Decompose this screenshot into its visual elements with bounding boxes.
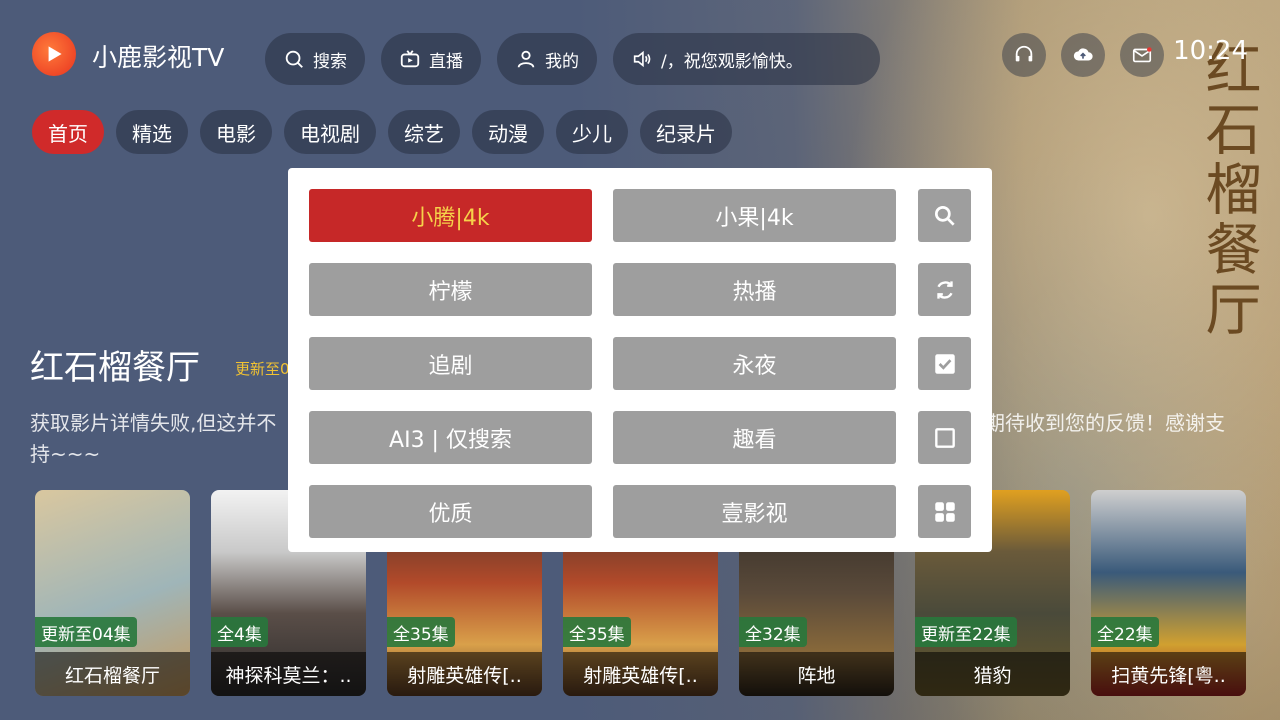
source-option[interactable]: 柠檬: [309, 263, 592, 316]
source-option[interactable]: 追剧: [309, 337, 592, 390]
card-title: 扫黄先锋[粤..: [1091, 652, 1246, 696]
deselect-checkbox[interactable]: [918, 411, 971, 464]
card-title: 红石榴餐厅: [35, 652, 190, 696]
user-icon: [517, 50, 535, 68]
card-title: 射雕英雄传[..: [387, 652, 542, 696]
hero-title: 红石榴餐厅: [30, 348, 200, 388]
search-icon: [934, 205, 955, 226]
source-option[interactable]: 小果|4k: [613, 189, 896, 242]
app-name: 小鹿影视TV: [92, 43, 225, 72]
live-button[interactable]: 直播: [381, 33, 481, 85]
search-icon: [285, 50, 303, 68]
headset-button[interactable]: [1002, 33, 1046, 77]
grid-view-button[interactable]: [918, 485, 971, 538]
card-title: 神探科莫兰：..: [211, 652, 366, 696]
hero-description-right: 期待收到您的反馈！感谢支: [985, 411, 1225, 435]
source-option[interactable]: 永夜: [613, 337, 896, 390]
notice-bar[interactable]: /，祝您观影愉快。: [613, 33, 880, 85]
tab-featured[interactable]: 精选: [116, 110, 188, 154]
source-option[interactable]: 壹影视: [613, 485, 896, 538]
mine-label: 我的: [545, 51, 579, 72]
hero-poster-title: 红石榴餐厅: [1196, 40, 1261, 340]
source-option[interactable]: 小腾|4k: [309, 189, 592, 242]
select-all-checkbox[interactable]: [918, 337, 971, 390]
video-card[interactable]: 更新至04集 红石榴餐厅: [35, 490, 190, 696]
message-button[interactable]: [1120, 33, 1164, 77]
headset-icon: [1015, 45, 1033, 62]
live-label: 直播: [429, 51, 463, 72]
app-logo-icon: [32, 32, 76, 76]
search-button[interactable]: 搜索: [265, 33, 365, 85]
hero-update-status: 更新至0: [235, 360, 290, 378]
card-title: 猎豹: [915, 652, 1070, 696]
episode-badge: 全32集: [739, 617, 807, 647]
speaker-icon: [633, 50, 651, 68]
checkbox-empty-icon: [934, 427, 955, 448]
source-refresh-button[interactable]: [918, 263, 971, 316]
refresh-icon: [936, 280, 953, 299]
source-option[interactable]: AI3 | 仅搜索: [309, 411, 592, 464]
checkbox-checked-icon: [934, 353, 955, 374]
tab-tv-series[interactable]: 电视剧: [284, 110, 376, 154]
tab-variety[interactable]: 综艺: [388, 110, 460, 154]
card-title: 射雕英雄传[..: [563, 652, 718, 696]
source-option[interactable]: 优质: [309, 485, 592, 538]
clock: 10:24: [1173, 36, 1248, 66]
tab-home[interactable]: 首页: [32, 110, 104, 154]
episode-badge: 全35集: [387, 617, 455, 647]
episode-badge: 全4集: [211, 617, 268, 647]
episode-badge: 全22集: [1091, 617, 1159, 647]
category-tabs: 首页 精选 电影 电视剧 综艺 动漫 少儿 纪录片: [32, 110, 732, 154]
tab-movies[interactable]: 电影: [200, 110, 272, 154]
mine-button[interactable]: 我的: [497, 33, 597, 85]
search-label: 搜索: [313, 51, 347, 72]
source-option[interactable]: 热播: [613, 263, 896, 316]
source-option[interactable]: 趣看: [613, 411, 896, 464]
video-card[interactable]: 全22集 扫黄先锋[粤..: [1091, 490, 1246, 696]
source-select-dialog: 小腾|4k 小果|4k 柠檬 热播 追剧 永夜 AI3 | 仅搜索 趣看 优质 …: [288, 168, 992, 552]
hero-description-left: 获取影片详情失败,但这并不: [30, 411, 277, 435]
hero-description-line2: 持~~~: [30, 442, 101, 466]
episode-badge: 更新至22集: [915, 617, 1017, 647]
notice-text: /，祝您观影愉快。: [661, 51, 803, 72]
tab-kids[interactable]: 少儿: [556, 110, 628, 154]
card-title: 阵地: [739, 652, 894, 696]
episode-badge: 全35集: [563, 617, 631, 647]
cloud-upload-icon: [1073, 48, 1093, 61]
cloud-upload-button[interactable]: [1061, 33, 1105, 77]
tab-documentary[interactable]: 纪录片: [640, 110, 732, 154]
tab-anime[interactable]: 动漫: [472, 110, 544, 154]
episode-badge: 更新至04集: [35, 617, 137, 647]
grid-icon: [934, 501, 955, 522]
tv-icon: [400, 50, 420, 68]
mail-icon: [1132, 47, 1152, 63]
source-search-button[interactable]: [918, 189, 971, 242]
